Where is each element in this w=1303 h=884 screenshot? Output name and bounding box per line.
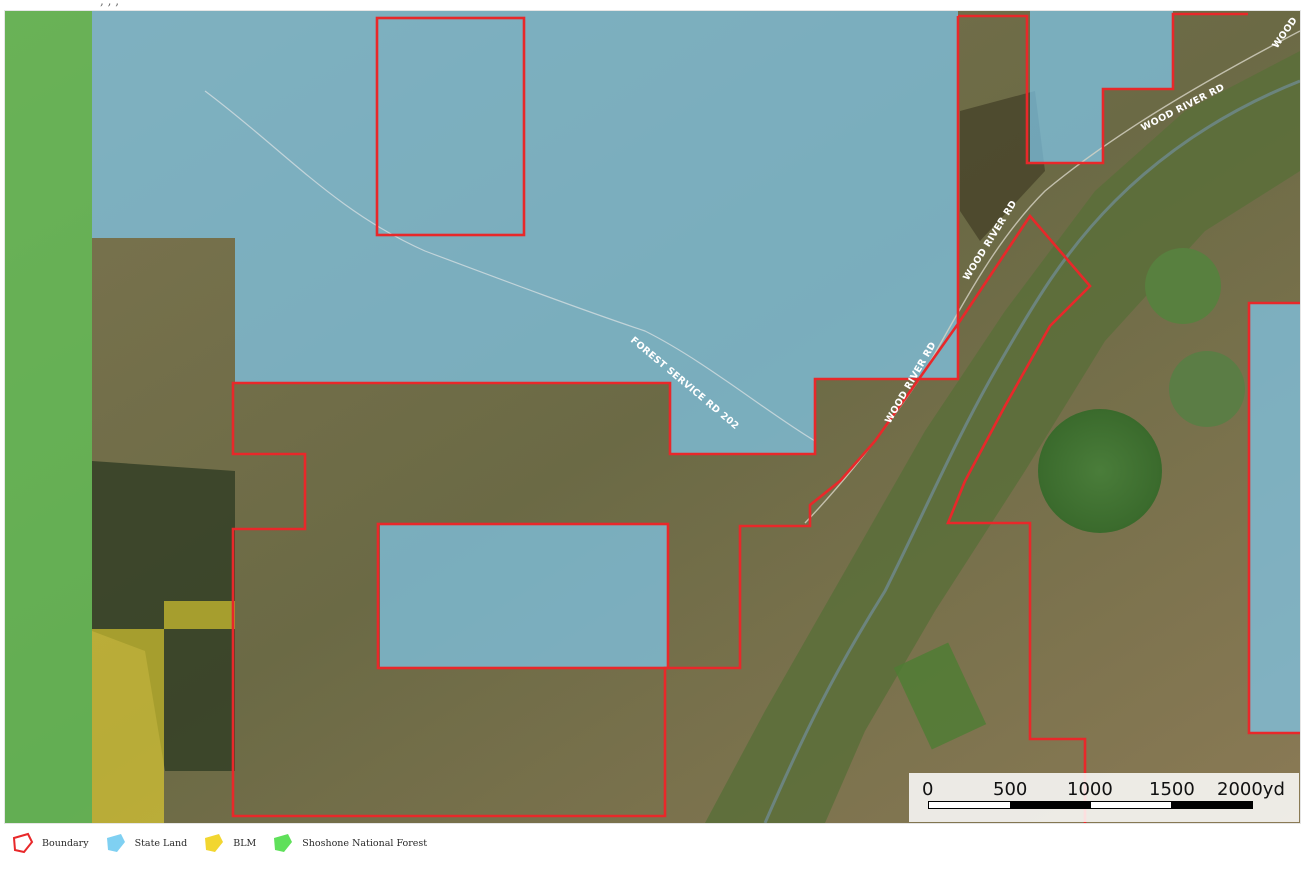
scale-segment [1090,802,1172,808]
legend-label: State Land [134,837,188,849]
legend-item-national-forest: Shoshone National Forest [270,830,427,856]
state-land-area [1249,303,1300,733]
blm-area [92,629,164,823]
scale-tick-label: 2000yd [1217,779,1285,800]
legend-label: BLM [233,837,257,849]
map-caption-fragment: , , , [100,0,120,8]
legend-item-state-land: State Land [103,830,188,856]
state-land-polygon-icon [106,834,125,852]
national-forest-polygon-icon [274,834,293,852]
legend-item-boundary: Boundary [10,830,89,856]
scale-segment [1171,802,1252,808]
scale-tick-label: 1500 [1149,779,1195,800]
scale-segment [929,802,1010,808]
satellite-map[interactable]: FOREST SERVICE RD 202 WOOD RIVER RD WOOD… [5,11,1300,823]
map-legend: Boundary State Land BLM Shoshone Nationa… [10,828,441,858]
pivot-field [1169,351,1245,427]
legend-label: Boundary [42,837,89,849]
scale-tick-label: 1000 [1067,779,1113,800]
scale-track [928,801,1253,809]
blm-polygon-icon [205,834,224,852]
blm-area [164,601,235,629]
scale-tick-label: 0 [922,779,934,800]
boundary-polygon-icon [12,832,34,854]
scale-tick-label: 500 [993,779,1028,800]
legend-item-blm: BLM [201,830,256,856]
scale-bar: 0 500 1000 1500 2000yd [909,773,1299,822]
national-forest-area [5,11,92,823]
state-land-area [380,524,668,668]
map-view[interactable]: FOREST SERVICE RD 202 WOOD RIVER RD WOOD… [4,10,1301,824]
scale-segment [1009,802,1091,808]
legend-label: Shoshone National Forest [302,837,428,849]
pivot-field [1038,409,1162,533]
pivot-field [1145,248,1221,324]
